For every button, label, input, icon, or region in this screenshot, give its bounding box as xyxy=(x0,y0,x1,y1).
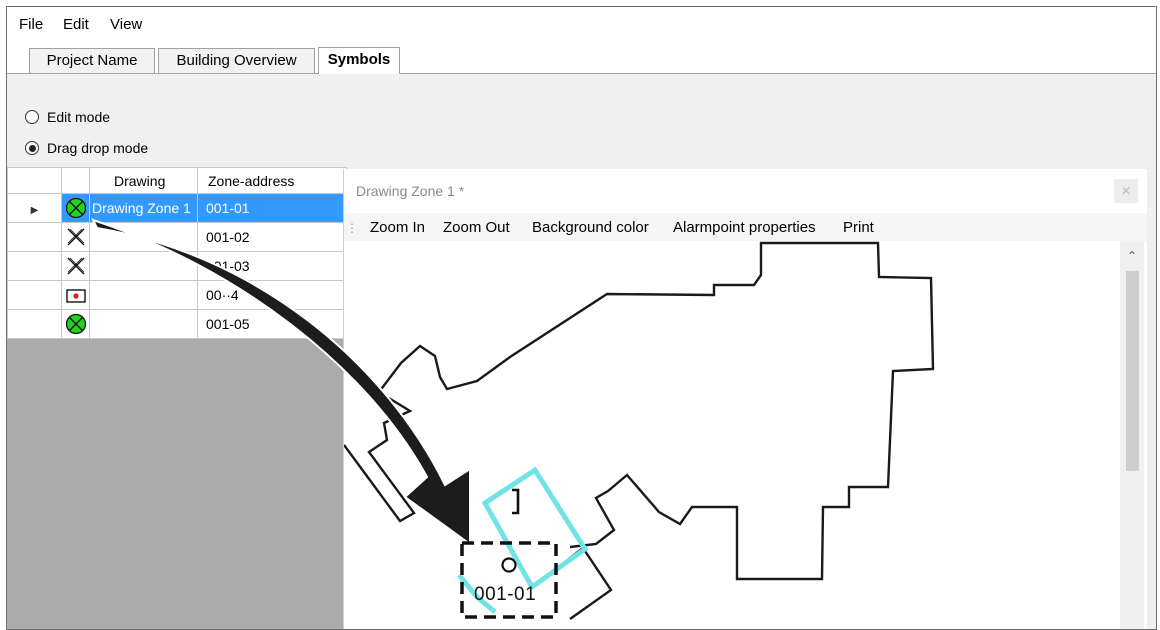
row-selector[interactable] xyxy=(7,280,62,310)
green-circle-x-icon xyxy=(65,313,86,335)
edit-mode-radio[interactable] xyxy=(25,110,39,124)
row-pointer-icon: ▶ xyxy=(30,205,39,216)
row-drawing[interactable] xyxy=(89,222,198,252)
row-zone-address[interactable]: 001-03 xyxy=(197,251,347,281)
tab-strip-baseline xyxy=(7,73,1156,74)
row-drawing[interactable]: Drawing Zone 1 xyxy=(89,193,198,223)
tab-building-overview[interactable]: Building Overview xyxy=(158,48,315,73)
edit-mode-label: Edit mode xyxy=(47,109,111,125)
grid-header-selector xyxy=(7,167,62,194)
red-dot-box-icon xyxy=(65,289,86,303)
row-zone-address[interactable]: 001-05 xyxy=(197,309,347,339)
tab-strip: Project Name Building Overview Symbols xyxy=(7,40,1156,74)
table-row[interactable]: 001-03 xyxy=(7,251,347,281)
alarmpoint-properties-button[interactable]: Alarmpoint properties xyxy=(673,219,816,236)
grid-header-row: Drawing Zone-address xyxy=(7,167,347,194)
grid-header-drawing[interactable]: Drawing xyxy=(89,167,198,194)
table-row[interactable]: 00··4 xyxy=(7,280,347,310)
drag-drop-mode-radio[interactable] xyxy=(25,141,39,155)
table-row[interactable]: ▶ Drawing Zone 1 001-01 xyxy=(7,193,347,223)
row-selector[interactable] xyxy=(7,251,62,281)
row-symbol[interactable] xyxy=(61,251,90,281)
menu-view[interactable]: View xyxy=(110,16,142,33)
drawing-toolbar: ⋮ Zoom In Zoom Out Background color Alar… xyxy=(344,213,1147,241)
menu-file[interactable]: File xyxy=(19,16,43,33)
vertical-scrollbar[interactable]: ⌃ xyxy=(1120,241,1144,629)
row-drawing[interactable] xyxy=(89,280,198,310)
tab-symbols[interactable]: Symbols xyxy=(318,47,400,74)
application-window: File Edit View Project Name Building Ove… xyxy=(6,6,1157,630)
symbol-grid: Drawing Zone-address ▶ Drawing Zone 1 00… xyxy=(7,167,347,339)
row-symbol[interactable] xyxy=(61,193,90,223)
green-circle-x-icon xyxy=(65,197,86,219)
tab-project-name[interactable]: Project Name xyxy=(29,48,155,73)
row-symbol[interactable] xyxy=(61,280,90,310)
row-symbol[interactable] xyxy=(61,222,90,252)
x-cross-icon xyxy=(67,257,84,275)
background-color-button[interactable]: Background color xyxy=(532,219,649,236)
grid-header-symbol xyxy=(61,167,90,194)
row-symbol[interactable] xyxy=(61,309,90,339)
drawing-window-title: Drawing Zone 1 * xyxy=(356,183,465,199)
placed-zone-label[interactable]: 001-01 xyxy=(474,584,536,606)
print-button[interactable]: Print xyxy=(843,219,874,236)
menu-bar: File Edit View xyxy=(7,7,1156,40)
grid-header-zone-address[interactable]: Zone-address xyxy=(197,167,347,194)
close-icon[interactable]: ✕ xyxy=(1114,179,1138,203)
toolbar-grip-icon[interactable]: ⋮ xyxy=(346,221,358,235)
table-row[interactable]: 001-02 xyxy=(7,222,347,252)
drawing-window: Drawing Zone 1 * ✕ ⋮ Zoom In Zoom Out Ba… xyxy=(343,169,1147,629)
row-zone-address[interactable]: 001-02 xyxy=(197,222,347,252)
row-zone-address[interactable]: 00··4 xyxy=(197,280,347,310)
row-zone-address[interactable]: 001-01 xyxy=(197,193,347,223)
row-drawing[interactable] xyxy=(89,309,198,339)
mode-panel: Edit mode Drag drop mode xyxy=(7,75,1156,166)
symbol-grid-area: Drawing Zone-address ▶ Drawing Zone 1 00… xyxy=(7,167,347,629)
x-cross-icon xyxy=(67,228,84,246)
drag-drop-mode-label: Drag drop mode xyxy=(47,140,149,156)
table-row[interactable]: 001-05 xyxy=(7,309,347,339)
row-selector[interactable] xyxy=(7,222,62,252)
drag-drop-mode-option[interactable]: Drag drop mode xyxy=(25,140,148,156)
edit-mode-option[interactable]: Edit mode xyxy=(25,109,110,125)
zoom-in-button[interactable]: Zoom In xyxy=(370,219,425,236)
row-selector[interactable] xyxy=(7,309,62,339)
zoom-out-button[interactable]: Zoom Out xyxy=(443,219,510,236)
menu-edit[interactable]: Edit xyxy=(63,16,89,33)
scroll-up-icon[interactable]: ⌃ xyxy=(1120,249,1144,263)
row-drawing[interactable] xyxy=(89,251,198,281)
scroll-thumb[interactable] xyxy=(1126,271,1139,471)
row-selector[interactable]: ▶ xyxy=(7,193,62,223)
